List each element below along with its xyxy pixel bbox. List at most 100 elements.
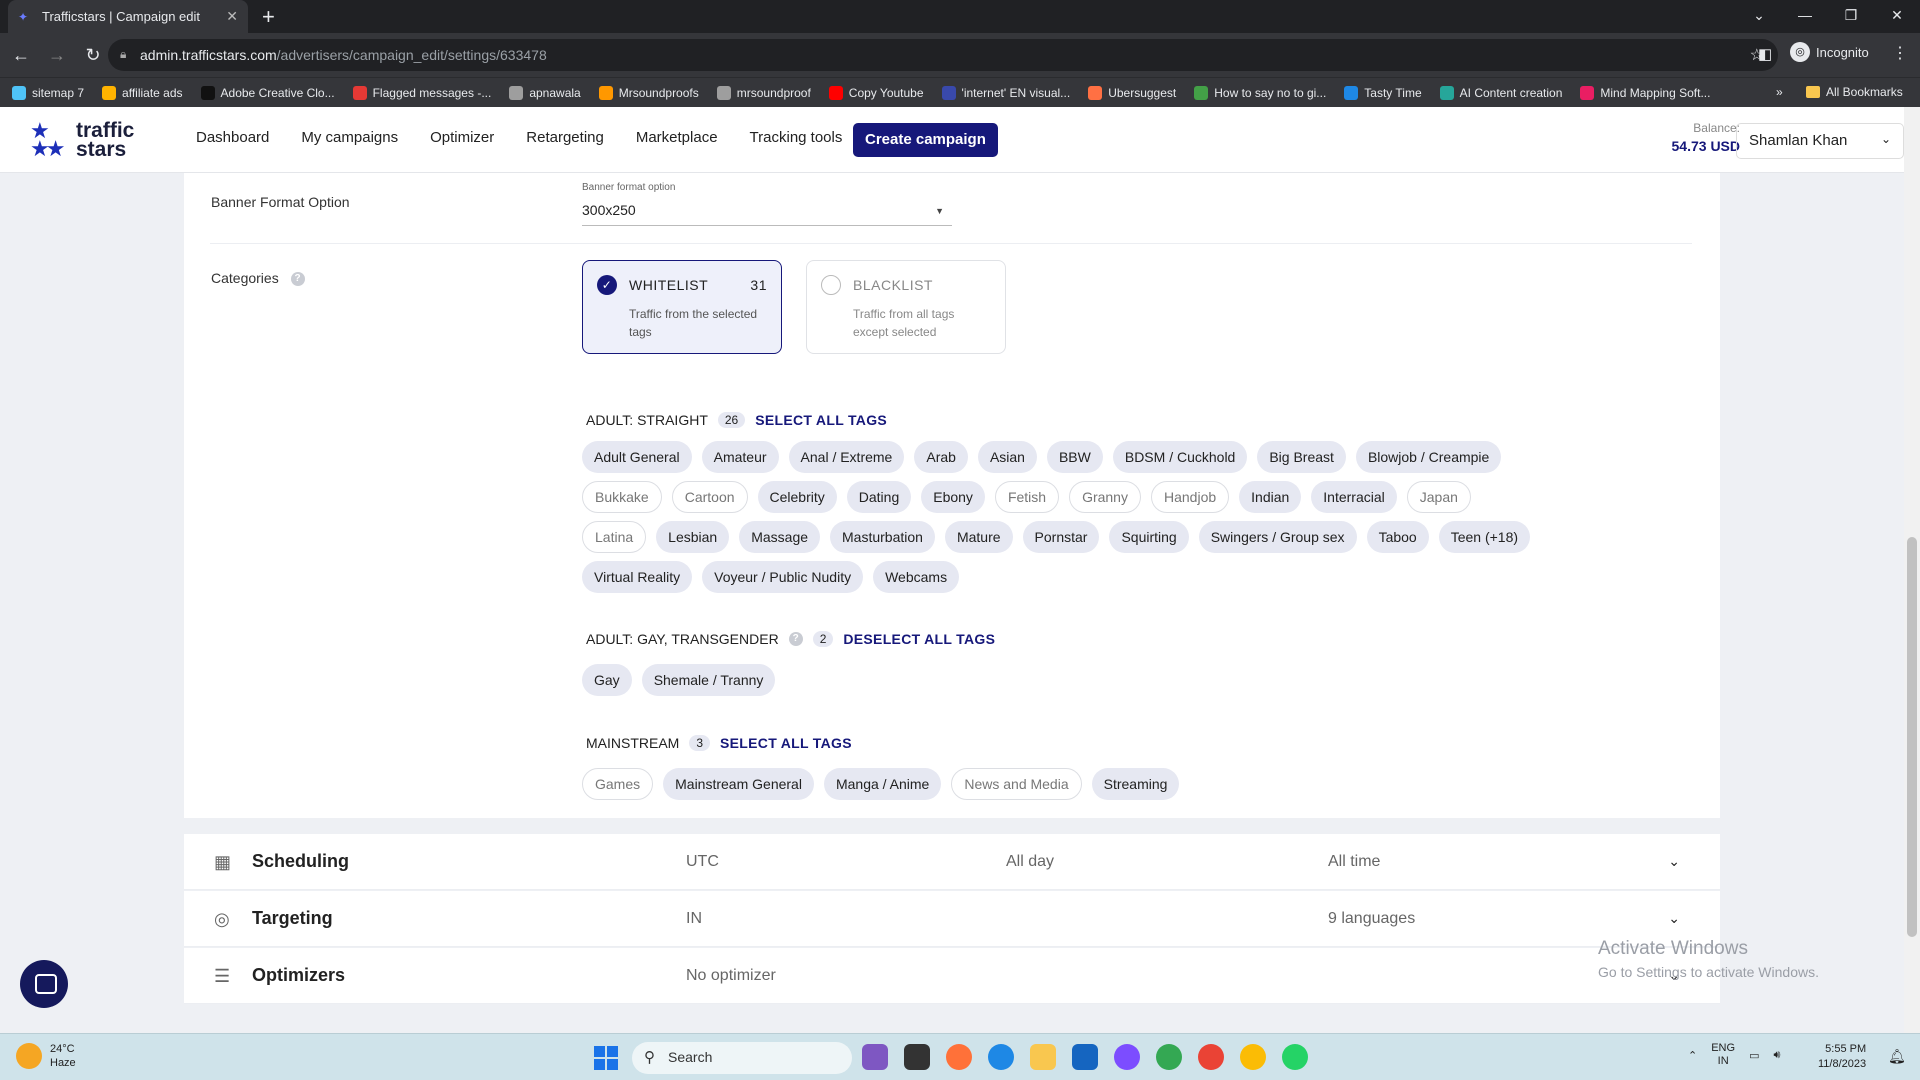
tag-chip[interactable]: Shemale / Tranny — [641, 664, 776, 696]
restore-icon[interactable]: ❐ — [1828, 0, 1874, 33]
todo-icon[interactable] — [1072, 1044, 1098, 1070]
tag-chip[interactable]: Mature — [944, 521, 1013, 553]
chevron-down-icon[interactable]: ⌄ — [1668, 910, 1680, 927]
all-bookmarks[interactable]: All Bookmarks — [1806, 85, 1903, 99]
minimize-icon[interactable]: — — [1782, 0, 1828, 33]
tag-chip[interactable]: Squirting — [1109, 521, 1189, 553]
tag-chip[interactable]: Fetish — [994, 481, 1060, 513]
browser-tab[interactable]: ✦ Trafficstars | Campaign edit ✕ — [8, 0, 248, 33]
bookmark-item[interactable]: apnawala — [509, 85, 581, 100]
tag-chip[interactable]: Mainstream General — [663, 768, 814, 800]
close-tab-icon[interactable]: ✕ — [226, 8, 238, 25]
volume-icon[interactable]: 🔊︎ — [1773, 1049, 1780, 1062]
nav-item-optimizer[interactable]: Optimizer — [430, 129, 494, 146]
whitelist-option[interactable]: ✓ WHITELIST 31 Traffic from the selected… — [582, 260, 782, 354]
file-explorer-icon[interactable] — [1030, 1044, 1056, 1070]
start-button[interactable] — [594, 1046, 618, 1070]
app-icon[interactable] — [1114, 1044, 1140, 1070]
bookmark-item[interactable]: mrsoundproof — [716, 85, 811, 100]
reload-icon[interactable]: ↻ — [78, 45, 108, 66]
more-bookmarks-icon[interactable]: » — [1776, 85, 1783, 99]
forward-icon[interactable]: → — [42, 45, 72, 66]
tag-chip[interactable]: Granny — [1069, 481, 1141, 513]
section-optimizers[interactable]: ☰ Optimizers No optimizer ⌄ — [184, 948, 1720, 1004]
support-chat-button[interactable] — [20, 960, 68, 1008]
bookmark-item[interactable]: Adobe Creative Clo... — [200, 85, 335, 100]
tag-chip[interactable]: Swingers / Group sex — [1198, 521, 1357, 553]
chrome-incognito-icon[interactable] — [1198, 1044, 1224, 1070]
side-panel-icon[interactable]: ◧ — [1758, 45, 1772, 63]
tag-chip[interactable]: Adult General — [582, 441, 692, 473]
help-icon[interactable]: ? — [290, 272, 305, 287]
nav-item-retargeting[interactable]: Retargeting — [526, 129, 604, 146]
firefox-icon[interactable] — [946, 1044, 972, 1070]
close-window-icon[interactable]: ✕ — [1874, 0, 1920, 33]
new-tab-icon[interactable]: + — [262, 4, 275, 30]
tag-chip[interactable]: Virtual Reality — [582, 561, 693, 593]
nav-item-tracking-tools[interactable]: Tracking tools — [750, 129, 843, 146]
bookmark-item[interactable]: Mrsoundproofs — [598, 85, 699, 100]
bookmark-item[interactable]: Ubersuggest — [1088, 85, 1176, 100]
tag-chip[interactable]: Lesbian — [656, 521, 730, 553]
user-menu[interactable]: Shamlan Khan ⌄ — [1736, 123, 1904, 159]
tag-chip[interactable]: Voyeur / Public Nudity — [702, 561, 864, 593]
tag-chip[interactable]: Manga / Anime — [823, 768, 942, 800]
incognito-indicator[interactable]: ◎ Incognito — [1790, 42, 1869, 62]
tag-chip[interactable]: Massage — [739, 521, 821, 553]
bookmark-item[interactable]: How to say no to gi... — [1194, 85, 1326, 100]
nav-item-dashboard[interactable]: Dashboard — [196, 129, 269, 146]
tag-chip[interactable]: Arab — [914, 441, 968, 473]
tag-chip[interactable]: Gay — [582, 664, 632, 696]
chevron-down-icon[interactable]: ⌄ — [1668, 853, 1680, 870]
tag-chip[interactable]: Teen (+18) — [1438, 521, 1531, 553]
section-targeting[interactable]: ◎ Targeting IN 9 languages ⌄ — [184, 891, 1720, 947]
tag-chip[interactable]: Anal / Extreme — [788, 441, 905, 473]
file-app-icon[interactable] — [862, 1044, 888, 1070]
taskbar-search[interactable]: ⚲ Search — [632, 1042, 852, 1074]
tag-chip[interactable]: BDSM / Cuckhold — [1112, 441, 1248, 473]
nav-item-my-campaigns[interactable]: My campaigns — [301, 129, 398, 146]
tag-chip[interactable]: Ebony — [921, 481, 985, 513]
weather-widget[interactable]: 24°C Haze — [16, 1042, 76, 1070]
bookmark-item[interactable]: Copy Youtube — [828, 85, 924, 100]
notification-icon[interactable]: 🔔︎ — [1888, 1048, 1906, 1065]
edge-icon[interactable] — [988, 1044, 1014, 1070]
tag-chip[interactable]: Pornstar — [1022, 521, 1100, 553]
tab-search-icon[interactable]: ⌄ — [1736, 0, 1782, 33]
blacklist-option[interactable]: BLACKLIST Traffic from all tags except s… — [806, 260, 1006, 354]
network-icon[interactable]: ▭ — [1749, 1049, 1759, 1062]
bookmark-item[interactable]: AI Content creation — [1439, 85, 1562, 100]
section-scheduling[interactable]: ▦ Scheduling UTC All day All time ⌄ — [184, 834, 1720, 890]
tag-chip[interactable]: Handjob — [1150, 481, 1230, 513]
bookmark-item[interactable]: 'internet' EN visual... — [941, 85, 1070, 100]
bookmark-item[interactable]: Tasty Time — [1344, 85, 1422, 100]
bookmark-item[interactable]: Flagged messages -... — [352, 85, 491, 100]
tag-chip[interactable]: Latina — [582, 521, 647, 553]
tag-chip[interactable]: BBW — [1046, 441, 1103, 473]
deselect-all-tags-button[interactable]: DESELECT ALL TAGS — [843, 631, 995, 647]
trafficstars-logo[interactable]: ★ ★★ traffic stars — [30, 120, 134, 161]
tag-chip[interactable]: Amateur — [701, 441, 779, 473]
site-info-icon[interactable]: 🔒︎ — [120, 47, 126, 62]
show-hidden-icons-icon[interactable]: ⌃ — [1688, 1049, 1697, 1062]
terminal-app-icon[interactable] — [904, 1044, 930, 1070]
whatsapp-icon[interactable] — [1282, 1044, 1308, 1070]
tag-chip[interactable]: Taboo — [1366, 521, 1429, 553]
tag-chip[interactable]: Cartoon — [671, 481, 748, 513]
browser-menu-icon[interactable]: ⋮ — [1892, 43, 1908, 63]
help-icon[interactable]: ? — [788, 632, 803, 646]
page-scrollbar[interactable] — [1904, 107, 1920, 1033]
url-field[interactable]: 🔒︎ admin.trafficstars.com/advertisers/ca… — [108, 39, 1778, 71]
bookmark-item[interactable]: affiliate ads — [102, 85, 183, 100]
tag-chip[interactable]: Indian — [1239, 481, 1302, 513]
tag-chip[interactable]: Dating — [846, 481, 912, 513]
clock[interactable]: 5:55 PM 11/8/2023 — [1818, 1042, 1866, 1072]
bookmark-item[interactable]: Mind Mapping Soft... — [1580, 85, 1710, 100]
tag-chip[interactable]: News and Media — [951, 768, 1082, 800]
select-all-tags-button[interactable]: SELECT ALL TAGS — [755, 412, 887, 428]
back-icon[interactable]: ← — [6, 45, 36, 66]
banner-format-select[interactable]: 300x250 ▼ — [582, 198, 952, 226]
tag-chip[interactable]: Interracial — [1311, 481, 1397, 513]
tag-chip[interactable]: Games — [582, 768, 654, 800]
tag-chip[interactable]: Masturbation — [830, 521, 935, 553]
